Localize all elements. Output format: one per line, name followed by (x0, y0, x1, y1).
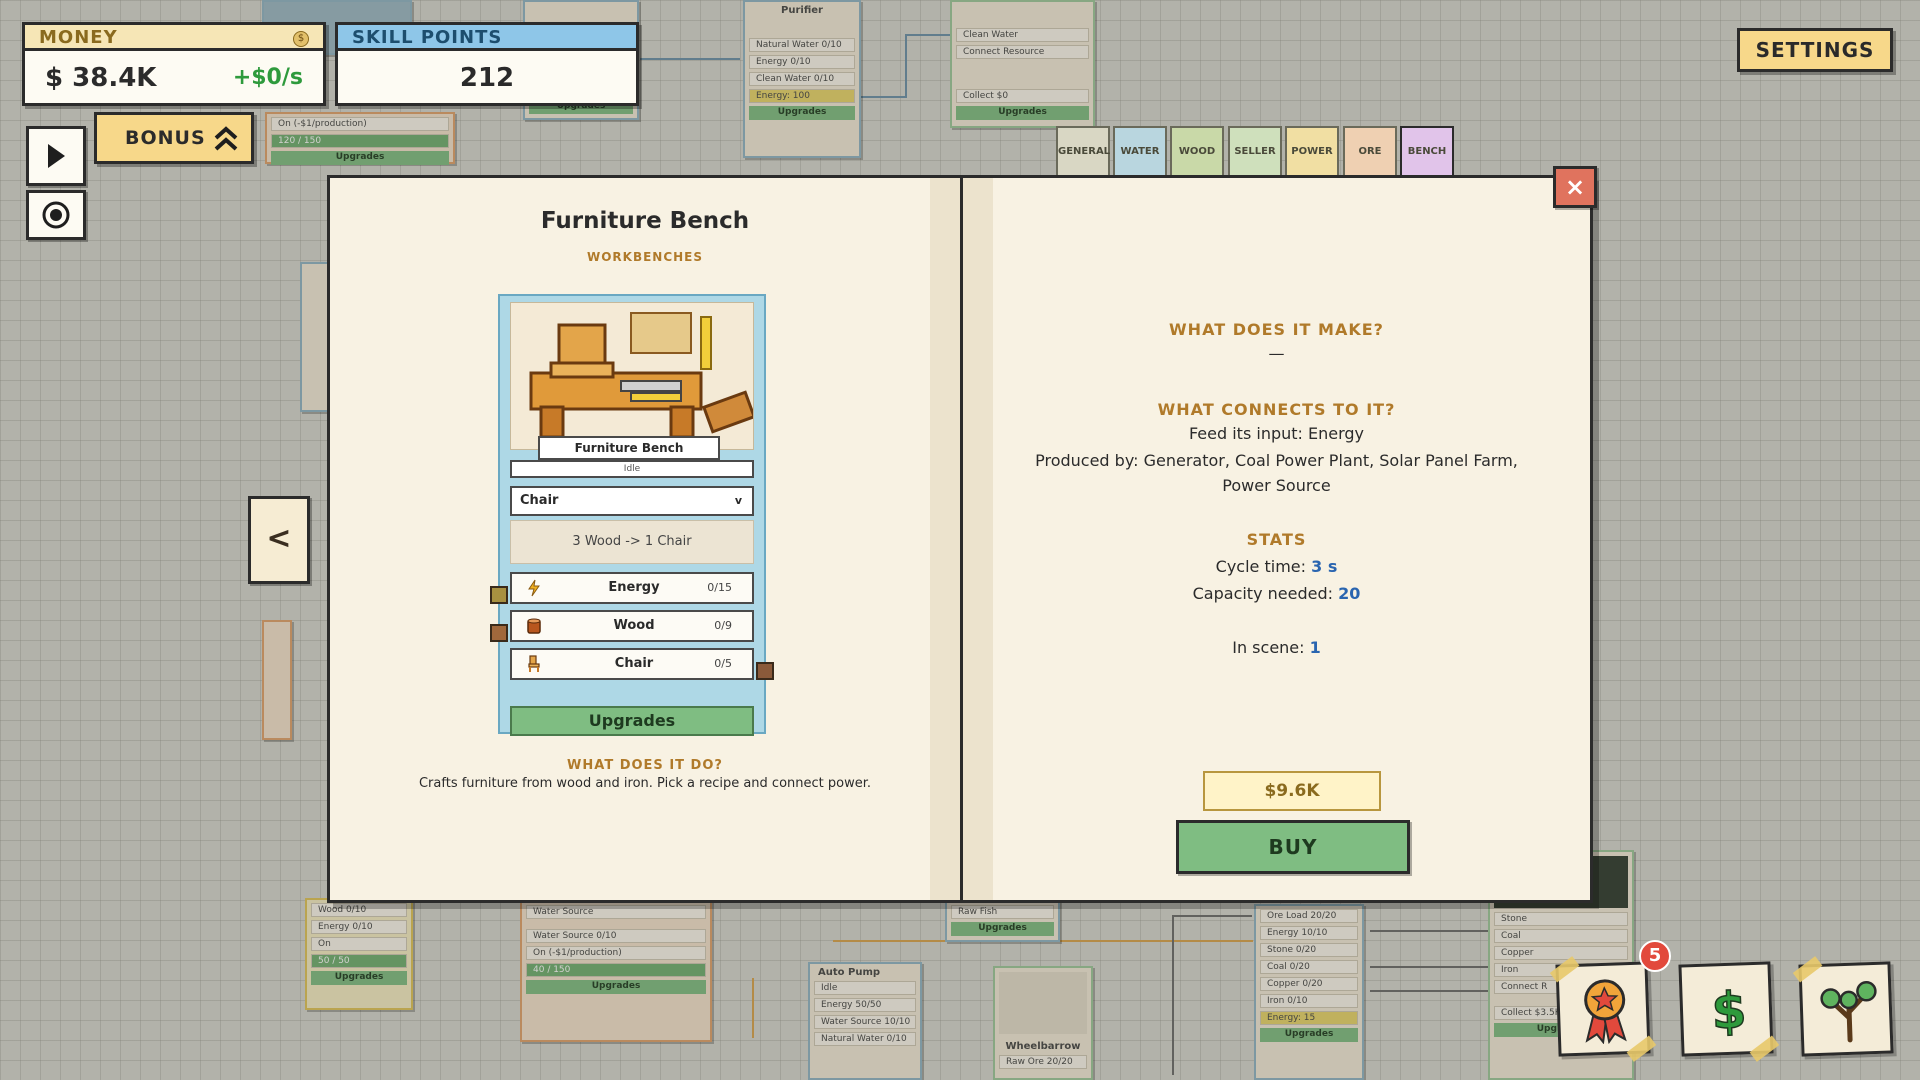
card-name-label: Furniture Bench (538, 436, 720, 460)
book-left-page: Furniture Bench WORKBENCHES Furniture Be… (330, 178, 960, 900)
card-status: Idle (510, 460, 754, 478)
produced-by-line-cont: Power Source (1222, 476, 1331, 495)
achievements-button[interactable] (1549, 956, 1657, 1062)
cycle-time-stat: Cycle time: 3 s (963, 557, 1590, 576)
what-connects-heading: WHAT CONNECTS TO IT? (1157, 400, 1396, 419)
skill-points-panel: SKILL POINTS 212 (335, 22, 639, 106)
input-port-wood[interactable] (490, 624, 508, 642)
what-does-it-do-heading: WHAT DOES IT DO? (567, 758, 723, 773)
output-port-chair[interactable] (756, 662, 774, 680)
tab-power[interactable]: POWER (1285, 126, 1339, 176)
cycle-time-label: Cycle time: (1215, 557, 1307, 576)
svg-text:$: $ (1711, 981, 1748, 1040)
bonus-button[interactable]: BONUS (94, 112, 254, 164)
tab-seller[interactable]: SELLER (1228, 126, 1282, 176)
skill-points-value: 212 (459, 63, 515, 93)
port-value: 0/5 (714, 657, 732, 670)
tab-bench[interactable]: BENCH (1400, 126, 1454, 176)
recipe-description: 3 Wood -> 1 Chair (510, 520, 754, 564)
settings-button[interactable]: SETTINGS (1737, 28, 1893, 72)
capacity-needed-stat: Capacity needed: 20 (963, 584, 1590, 603)
port-row-wood: Wood 0/9 (510, 610, 754, 642)
buy-button[interactable]: BUY (1176, 820, 1410, 874)
target-icon (42, 201, 70, 229)
tab-water[interactable]: WATER (1113, 126, 1167, 176)
in-scene-stat: In scene: 1 (963, 638, 1590, 657)
furniture-bench-illustration (511, 303, 753, 449)
tab-ore[interactable]: ORE (1343, 126, 1397, 176)
stats-heading: STATS (1246, 530, 1307, 549)
cursor-icon (48, 144, 65, 168)
capacity-needed-label: Capacity needed: (1192, 584, 1334, 603)
tab-general[interactable]: GENERAL (1056, 126, 1110, 176)
port-row-energy: Energy 0/15 (510, 572, 754, 604)
bonus-label: BONUS (125, 127, 206, 149)
feed-input-line: Feed its input: Energy (1188, 424, 1365, 443)
what-does-it-make-value: — (1268, 344, 1285, 363)
what-does-it-do-text: Crafts furniture from wood and iron. Pic… (418, 776, 871, 791)
item-title: Furniture Bench (540, 208, 750, 234)
money-value: $ 38.4K (45, 63, 157, 93)
skill-tree-icon (1820, 981, 1877, 1043)
record-tool-button[interactable] (26, 190, 86, 240)
double-chevron-up-icon (214, 126, 238, 151)
tab-wood[interactable]: WOOD (1170, 126, 1224, 176)
price-tag: $9.6K (1203, 771, 1381, 811)
capacity-needed-value: 20 (1338, 584, 1361, 603)
port-value: 0/15 (707, 581, 732, 594)
input-port-energy[interactable] (490, 586, 508, 604)
skill-points-label: SKILL POINTS (338, 25, 636, 51)
cycle-time-value: 3 s (1311, 557, 1338, 576)
in-scene-value: 1 (1309, 638, 1321, 657)
economy-button[interactable]: $ (1678, 961, 1780, 1062)
pointer-tool-button[interactable] (26, 126, 86, 186)
dollar-icon: $ (1710, 981, 1748, 1041)
page-spine (930, 178, 960, 900)
money-label: MONEY (25, 25, 323, 51)
recipe-select-value: Chair (520, 493, 559, 508)
shop-book-modal: Furniture Bench WORKBENCHES Furniture Be… (327, 175, 1593, 903)
what-does-it-make-heading: WHAT DOES IT MAKE? (1169, 320, 1384, 339)
produced-by-line: Produced by: Generator, Coal Power Plant… (1035, 451, 1518, 470)
port-row-chair: Chair 0/5 (510, 648, 754, 680)
notification-badge: 5 (1639, 940, 1671, 972)
port-value: 0/9 (714, 619, 732, 632)
recipe-select[interactable]: Chair v (510, 486, 754, 516)
skill-tree-button[interactable] (1792, 956, 1894, 1057)
money-rate: +$0/s (232, 65, 303, 90)
item-preview-card: Furniture Bench Idle Chair v 3 Wood -> 1… (498, 294, 766, 736)
money-panel: MONEY $ $ 38.4K +$0/s (22, 22, 326, 106)
card-upgrades-button[interactable]: Upgrades (510, 706, 754, 736)
close-button[interactable]: × (1553, 166, 1597, 208)
item-category: WORKBENCHES (586, 250, 704, 264)
book-right-page: WHAT DOES IT MAKE? — WHAT CONNECTS TO IT… (963, 178, 1590, 900)
chevron-down-icon: v (734, 494, 742, 507)
coin-icon: $ (293, 31, 309, 47)
ribbon-medal-icon (1584, 979, 1627, 1045)
in-scene-label: In scene: (1232, 638, 1305, 657)
furniture-bench-image (510, 302, 754, 450)
previous-page-button[interactable]: < (248, 496, 310, 584)
